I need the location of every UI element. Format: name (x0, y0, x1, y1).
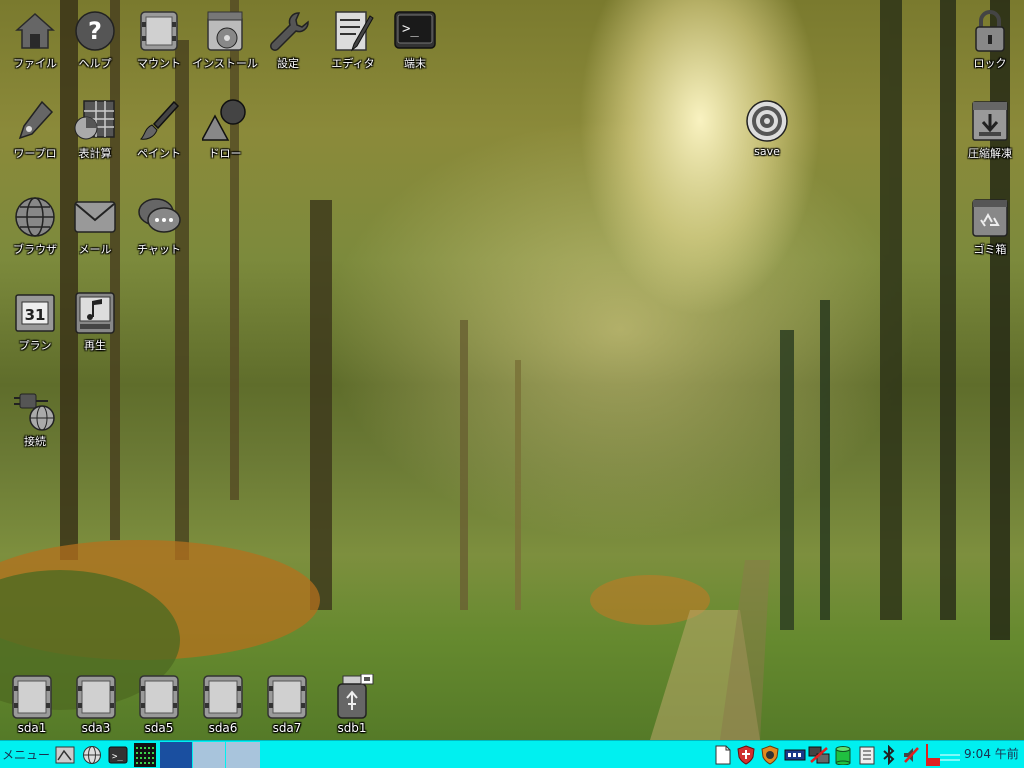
database-icon[interactable] (834, 745, 852, 765)
mail-label: メール (78, 243, 112, 256)
brush-icon (139, 100, 180, 140)
menu-button[interactable]: メニュー (2, 741, 50, 768)
menu-label: メニュー (2, 748, 51, 762)
desktop-icon[interactable] (55, 745, 75, 765)
workspace-3[interactable] (226, 742, 260, 768)
shield-icon[interactable] (736, 745, 756, 765)
workspace-2[interactable] (193, 742, 225, 768)
drive-label: sda3 (81, 721, 111, 735)
desktop-icon-help[interactable]: ? ヘルプ (60, 8, 130, 71)
spreadsheet-label: 表計算 (78, 147, 112, 160)
desktop-icon-trash[interactable]: ゴミ箱 (955, 194, 1024, 257)
mail-icon (74, 201, 116, 233)
clock[interactable]: 9:04 午前 (964, 741, 1019, 768)
desktop-icon-settings[interactable]: 設定 (253, 8, 323, 71)
drive-icon (139, 675, 179, 719)
music-icon (75, 292, 115, 334)
cpu-monitor-icon[interactable] (134, 743, 156, 767)
paint-label: ペイント (137, 147, 181, 160)
calendar-icon: 31 (15, 294, 55, 332)
help-label: ヘルプ (78, 57, 112, 70)
lock-icon (975, 10, 1005, 52)
shapes-icon (202, 99, 246, 141)
install-icon (207, 11, 243, 51)
bluetooth-icon[interactable] (880, 745, 898, 765)
desktop-icon-archiver[interactable]: 圧縮解凍 (955, 98, 1024, 161)
desktop-icon-install[interactable]: インストール (190, 8, 260, 71)
help-icon: ? (75, 11, 115, 51)
draw-label: ドロー (208, 147, 242, 160)
editor-icon (335, 11, 374, 52)
player-label: 再生 (84, 339, 106, 352)
target-icon (746, 100, 788, 142)
globe-icon (15, 197, 55, 237)
drive-sda1[interactable]: sda1 (0, 674, 67, 735)
terminal-icon[interactable]: >_ (108, 745, 128, 765)
archiver-label: 圧縮解凍 (968, 147, 1012, 160)
trash-label: ゴミ箱 (973, 243, 1007, 256)
drive-label: sda5 (144, 721, 174, 735)
chat-label: チャット (137, 243, 181, 256)
cpu-graph-icon (924, 744, 960, 766)
drive-sda3[interactable]: sda3 (61, 674, 131, 735)
drive-label: sda1 (17, 721, 47, 735)
pen-icon (18, 100, 54, 140)
trash-icon (972, 199, 1008, 237)
svg-text:?: ? (88, 17, 102, 45)
drive-icon (76, 675, 116, 719)
lock-label: ロック (973, 57, 1007, 70)
save-label: save (754, 145, 780, 158)
spreadsheet-icon (74, 100, 115, 140)
firewall-icon[interactable] (760, 745, 780, 765)
clipboard-icon[interactable] (858, 745, 876, 765)
drive-label: sda7 (272, 721, 302, 735)
drive-icon (12, 675, 52, 719)
drive-icon (267, 675, 307, 719)
editor-label: エディタ (331, 57, 375, 70)
usb-drive-icon (337, 674, 374, 719)
desktop-icon-lock[interactable]: ロック (955, 8, 1024, 71)
desktop-icon-mount[interactable]: マウント (124, 8, 194, 71)
wrench-icon (270, 12, 309, 51)
drive-label: sdb1 (337, 721, 367, 735)
drive-sdb1[interactable]: sdb1 (317, 674, 387, 735)
connection-icon[interactable] (808, 745, 830, 765)
terminal-icon: >_ (394, 11, 436, 49)
desktop-icon-mail[interactable]: メール (60, 194, 130, 257)
archive-icon (972, 101, 1008, 141)
svg-text:>_: >_ (402, 21, 419, 37)
drive-sda7[interactable]: sda7 (252, 674, 322, 735)
drive-icon (140, 11, 178, 51)
connect-icon (14, 393, 55, 431)
drive-label: sda6 (208, 721, 238, 735)
desktop-icon-save[interactable]: save (732, 98, 802, 158)
chat-icon (138, 198, 181, 233)
drive-sda6[interactable]: sda6 (188, 674, 258, 735)
mute-icon[interactable] (902, 745, 920, 765)
desktop-icon-paint[interactable]: ペイント (124, 98, 194, 161)
svg-text:>_: >_ (112, 752, 123, 762)
workspace-1[interactable] (160, 742, 192, 768)
desktop-icon-chat[interactable]: チャット (124, 194, 194, 257)
desktop-icon-editor[interactable]: エディタ (318, 8, 388, 71)
desktop-icon-terminal[interactable]: >_ 端末 (380, 8, 450, 71)
calendar-day: 31 (25, 306, 46, 324)
taskbar: メニュー >_ 9:04 午前 (0, 740, 1024, 768)
mount-label: マウント (137, 57, 181, 70)
home-icon (15, 12, 55, 49)
globe-icon[interactable] (82, 745, 102, 765)
drive-icon (203, 675, 243, 719)
drive-sda5[interactable]: sda5 (124, 674, 194, 735)
desktop-icon-player[interactable]: 再生 (60, 290, 130, 353)
install-label: インストール (192, 57, 258, 70)
connect-label: 接続 (24, 435, 46, 448)
network-icon[interactable] (784, 745, 806, 765)
desktop-icon-connect[interactable]: 接続 (0, 386, 70, 449)
desktop-icon-spreadsheet[interactable]: 表計算 (60, 98, 130, 161)
desktop: ファイル ? ヘルプ マウント インストール 設定 エディタ >_ 端末 ワープ… (0, 0, 1024, 740)
settings-label: 設定 (277, 57, 299, 70)
note-icon[interactable] (714, 745, 732, 765)
desktop-icon-draw[interactable]: ドロー (190, 98, 260, 161)
terminal-label: 端末 (404, 57, 426, 70)
